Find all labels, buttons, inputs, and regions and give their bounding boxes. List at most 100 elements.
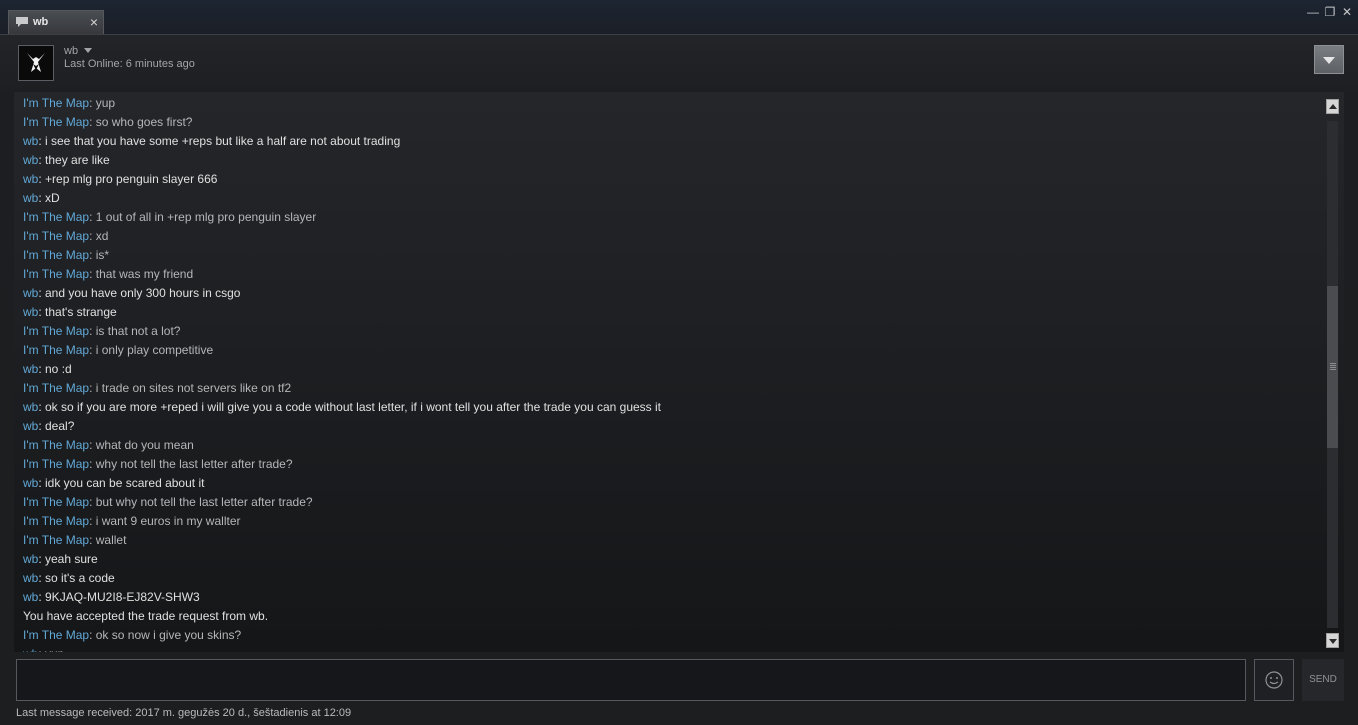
scroll-thumb[interactable] xyxy=(1327,286,1338,448)
message-sender[interactable]: wb xyxy=(23,476,38,490)
message-text: : that's strange xyxy=(38,305,117,319)
message-sender[interactable]: I'm The Map xyxy=(23,438,89,452)
restore-icon[interactable]: ❐ xyxy=(1323,5,1337,19)
chat-message: wb: so it's a code xyxy=(23,569,1313,588)
message-text: : deal? xyxy=(38,419,75,433)
arrow-down-icon xyxy=(1329,639,1337,644)
chat-message: I'm The Map: i want 9 euros in my wallte… xyxy=(23,512,1313,531)
message-text: : i see that you have some +reps but lik… xyxy=(38,134,401,148)
chat-message: wb: idk you can be scared about it xyxy=(23,474,1313,493)
smiley-icon xyxy=(1265,671,1283,689)
message-sender[interactable]: I'm The Map xyxy=(23,628,89,642)
message-text: : is that not a lot? xyxy=(89,324,181,338)
message-sender[interactable]: wb xyxy=(23,590,38,604)
grip-icon xyxy=(1330,363,1336,370)
send-button[interactable]: SEND xyxy=(1302,659,1344,701)
last-message-status: Last message received: 2017 m. gegužės 2… xyxy=(16,707,352,719)
message-text: : xd xyxy=(89,229,109,243)
minimize-icon[interactable]: — xyxy=(1306,5,1320,19)
chat-message: wb: no :d xyxy=(23,360,1313,379)
friend-header: wb Last Online: 6 minutes ago xyxy=(0,35,1358,90)
message-text: : why not tell the last letter after tra… xyxy=(89,457,293,471)
chat-message: I'm The Map: wallet xyxy=(23,531,1313,550)
triangle-down-icon xyxy=(1323,57,1335,64)
chat-scrollbar[interactable] xyxy=(1326,99,1340,649)
friend-status: Last Online: 6 minutes ago xyxy=(64,58,195,70)
message-text: : i trade on sites not servers like on t… xyxy=(89,381,292,395)
message-text: : but why not tell the last letter after… xyxy=(89,495,313,509)
chat-message: I'm The Map: i only play competitive xyxy=(23,341,1313,360)
message-sender[interactable]: I'm The Map xyxy=(23,343,89,357)
message-text: You have accepted the trade request from… xyxy=(23,609,269,623)
message-sender[interactable]: I'm The Map xyxy=(23,495,89,509)
chat-message: wb: and you have only 300 hours in csgo xyxy=(23,284,1313,303)
message-sender[interactable]: I'm The Map xyxy=(23,457,89,471)
message-text: : so who goes first? xyxy=(89,115,193,129)
message-text: : xD xyxy=(38,191,60,205)
message-text: : i only play competitive xyxy=(89,343,214,357)
chat-message: I'm The Map: yup xyxy=(23,94,1313,113)
system-message: You have accepted the trade request from… xyxy=(23,607,1313,626)
chat-message: I'm The Map: but why not tell the last l… xyxy=(23,493,1313,512)
arrow-up-icon xyxy=(1329,104,1337,109)
message-text: : that was my friend xyxy=(89,267,194,281)
chat-menu-button[interactable] xyxy=(1314,45,1344,74)
message-text: : ok so now i give you skins? xyxy=(89,628,242,642)
chat-message: I'm The Map: is* xyxy=(23,246,1313,265)
message-sender[interactable]: I'm The Map xyxy=(23,248,89,262)
chat-message: I'm The Map: xd xyxy=(23,227,1313,246)
message-sender[interactable]: wb xyxy=(23,647,38,652)
message-sender[interactable]: wb xyxy=(23,191,38,205)
message-sender[interactable]: wb xyxy=(23,400,38,414)
chevron-down-icon[interactable] xyxy=(84,48,92,53)
message-sender[interactable]: I'm The Map xyxy=(23,96,89,110)
message-text: : is* xyxy=(89,248,110,262)
message-sender[interactable]: I'm The Map xyxy=(23,210,89,224)
scroll-up-button[interactable] xyxy=(1326,99,1339,114)
message-sender[interactable]: wb xyxy=(23,552,38,566)
message-sender[interactable]: wb xyxy=(23,305,38,319)
chat-message: wb: yup xyxy=(23,645,1313,652)
chat-bubble-icon xyxy=(16,17,28,27)
message-text: : and you have only 300 hours in csgo xyxy=(38,286,241,300)
chat-log[interactable]: I'm The Map: yup I'm The Map: so who goes… xyxy=(14,92,1344,652)
message-sender[interactable]: wb xyxy=(23,419,38,433)
message-text: : 1 out of all in +rep mlg pro penguin s… xyxy=(89,210,317,224)
message-sender[interactable]: I'm The Map xyxy=(23,324,89,338)
friend-name[interactable]: wb xyxy=(64,45,78,57)
close-window-icon[interactable]: ✕ xyxy=(1340,5,1354,19)
chat-message: I'm The Map: i trade on sites not server… xyxy=(23,379,1313,398)
avatar[interactable] xyxy=(18,45,54,81)
message-sender[interactable]: I'm The Map xyxy=(23,533,89,547)
chat-message: I'm The Map: ok so now i give you skins? xyxy=(23,626,1313,645)
chat-message: I'm The Map: so who goes first? xyxy=(23,113,1313,132)
message-sender[interactable]: I'm The Map xyxy=(23,229,89,243)
chat-message: I'm The Map: 1 out of all in +rep mlg pr… xyxy=(23,208,1313,227)
tab-title: wb xyxy=(33,16,49,28)
tab-close-icon[interactable]: × xyxy=(90,13,98,31)
message-input[interactable] xyxy=(16,659,1246,701)
message-sender[interactable]: wb xyxy=(23,172,38,186)
message-sender[interactable]: wb xyxy=(23,153,38,167)
emoticon-button[interactable] xyxy=(1254,659,1294,701)
chat-message: wb: that's strange xyxy=(23,303,1313,322)
message-text: : what do you mean xyxy=(89,438,194,452)
message-text: : 9KJAQ-MU2I8-EJ82V-SHW3 xyxy=(38,590,200,604)
message-text: : so it's a code xyxy=(38,571,115,585)
message-sender[interactable]: I'm The Map xyxy=(23,115,89,129)
chat-message: wb: 9KJAQ-MU2I8-EJ82V-SHW3 xyxy=(23,588,1313,607)
message-text: : i want 9 euros in my wallter xyxy=(89,514,241,528)
chat-message: I'm The Map: why not tell the last lette… xyxy=(23,455,1313,474)
tab-wb[interactable]: wb × xyxy=(8,10,104,34)
message-sender[interactable]: I'm The Map xyxy=(23,381,89,395)
message-sender[interactable]: I'm The Map xyxy=(23,267,89,281)
chat-message: I'm The Map: is that not a lot? xyxy=(23,322,1313,341)
chat-window: wb × — ❐ ✕ wb Last Online: 6 minutes ago… xyxy=(0,0,1358,725)
message-sender[interactable]: wb xyxy=(23,134,38,148)
scroll-down-button[interactable] xyxy=(1326,633,1339,648)
message-sender[interactable]: wb xyxy=(23,286,38,300)
message-sender[interactable]: I'm The Map xyxy=(23,514,89,528)
message-text: : yeah sure xyxy=(38,552,98,566)
message-sender[interactable]: wb xyxy=(23,362,38,376)
message-sender[interactable]: wb xyxy=(23,571,38,585)
